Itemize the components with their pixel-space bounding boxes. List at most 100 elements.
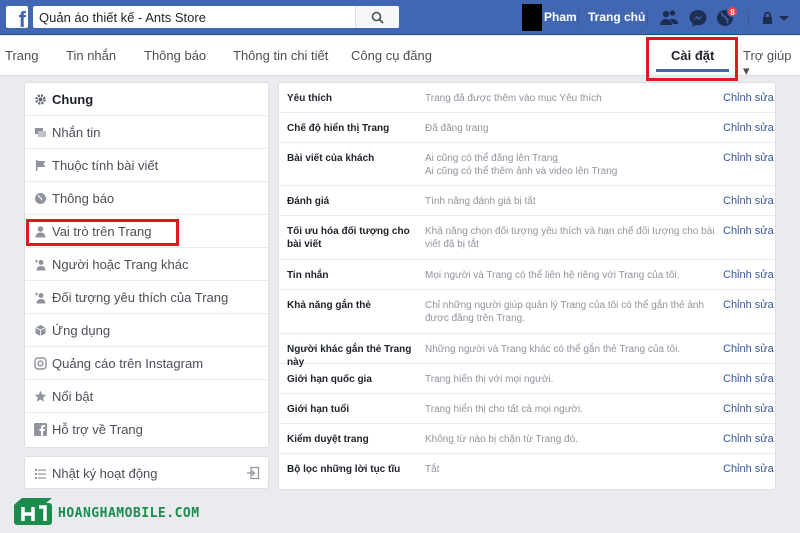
setting-value: Những người và Trang khác có thể gắn thẻ…: [425, 344, 681, 355]
settings-row-age-restrictions: Giới hạn tuổi Trang hiển thị cho tất cả …: [279, 394, 775, 424]
settings-row-visitor-posts: Bài viết của khách Ai cũng có thể đăng l…: [279, 143, 775, 186]
sidebar-item-label: Thông báo: [52, 191, 115, 206]
activity-log-item[interactable]: Nhật ký hoạt động: [24, 456, 269, 489]
settings-row-messages: Tin nhắn Mọi người và Trang có thể liên …: [279, 260, 775, 290]
setting-value: Ai cũng có thể thêm ảnh và video lên Tra…: [425, 166, 618, 177]
edit-link[interactable]: Chỉnh sửa: [723, 403, 774, 415]
watermark-text: HOANGHAMOBILE.COM: [58, 506, 200, 521]
facebook-icon: [34, 423, 47, 436]
sidebar-item-general[interactable]: Chung: [25, 83, 268, 116]
nav-divider: [748, 10, 749, 26]
sidebar-item-instagram-ads[interactable]: Quảng cáo trên Instagram: [25, 347, 268, 380]
edit-link[interactable]: Chỉnh sửa: [723, 343, 774, 355]
sidebar-item-label: Nổi bật: [52, 389, 94, 404]
person-add-icon: [35, 259, 46, 271]
edit-link[interactable]: Chỉnh sửa: [723, 463, 774, 475]
sidebar-item-post-attribution[interactable]: Thuộc tính bài viết: [25, 149, 268, 182]
setting-value: Ai cũng có thể đăng lên Trang: [425, 153, 558, 164]
sidebar-item-people-and-other-pages[interactable]: Người hoặc Trang khác: [25, 248, 268, 281]
cube-icon: [35, 325, 46, 336]
edit-link[interactable]: Chỉnh sửa: [723, 195, 774, 207]
setting-value: Không từ nào bị chặn từ Trang đó.: [425, 434, 578, 445]
flag-icon: [36, 160, 46, 171]
friend-requests-icon[interactable]: [659, 8, 679, 28]
page-roles-highlight-box: [26, 219, 179, 246]
messages-icon[interactable]: [688, 8, 708, 28]
setting-name: Bộ lọc những lời tục tĩu: [287, 464, 401, 475]
edit-link[interactable]: Chỉnh sửa: [723, 92, 774, 104]
chat-bubble-icon: [35, 128, 46, 137]
settings-row-page-moderation: Kiểm duyệt trang Không từ nào bị chặn từ…: [279, 424, 775, 454]
search-icon: [371, 11, 384, 24]
setting-value: Mọi người và Trang có thể liên hệ riêng …: [425, 270, 680, 281]
settings-row-country-restrictions: Giới hạn quốc gia Trang hiển thị với mọi…: [279, 364, 775, 394]
star-icon: [34, 390, 47, 402]
nav-divider: [647, 10, 648, 26]
setting-value: Tắt: [425, 464, 440, 475]
tab-publishing-tools[interactable]: Công cụ đăng: [351, 48, 432, 63]
edit-link[interactable]: Chỉnh sửa: [723, 269, 774, 281]
settings-sidebar: Chung Nhắn tin Thuộc tính bài viết Thông…: [24, 82, 269, 448]
sidebar-item-apps[interactable]: Ứng dụng: [25, 314, 268, 347]
settings-row-others-tagging-page: Người khác gắn thẻ Trang này Những người…: [279, 334, 775, 368]
list-icon: [35, 469, 46, 479]
setting-name: Yêu thích: [287, 93, 333, 104]
search-button[interactable]: [355, 6, 399, 28]
general-settings-panel: Yêu thích Trang đã được thêm vào mục Yêu…: [278, 82, 776, 490]
settings-row-page-visibility: Chế độ hiển thị Trang Đã đăng trang Chỉn…: [279, 113, 775, 143]
sidebar-item-featured[interactable]: Nổi bật: [25, 380, 268, 413]
tab-notifications[interactable]: Thông báo: [144, 48, 206, 63]
setting-name: Tin nhắn: [287, 270, 329, 281]
search-box: [33, 6, 399, 28]
setting-value: Tính năng đánh giá bị tắt: [425, 196, 536, 207]
sidebar-item-label: Thuộc tính bài viết: [52, 158, 159, 173]
tab-inbox[interactable]: Tin nhắn: [66, 48, 116, 63]
sidebar-item-label: Đối tượng yêu thích của Trang: [52, 290, 229, 305]
edit-link[interactable]: Chỉnh sửa: [723, 299, 774, 311]
setting-name: Giới hạn tuổi: [287, 404, 350, 415]
help-menu[interactable]: Trợ giúp ▾: [743, 48, 800, 79]
settings-row-favorites: Yêu thích Trang đã được thêm vào mục Yêu…: [279, 83, 775, 113]
sidebar-item-notifications[interactable]: Thông báo: [25, 182, 268, 215]
settings-row-audience-optimization: Tối ưu hóa đối tượng cho bài viết Khả nă…: [279, 216, 775, 260]
settings-row-reviews: Đánh giá Tính năng đánh giá bị tắt Chỉnh…: [279, 186, 775, 216]
setting-value: Khả năng chọn đối tượng yêu thích và hạn…: [425, 226, 715, 250]
sidebar-item-label: Nhắn tin: [52, 125, 101, 140]
sidebar-item-label: Hỗ trợ về Trang: [52, 422, 143, 437]
sidebar-item-label: Người hoặc Trang khác: [52, 257, 189, 272]
sidebar-item-preferred-audience[interactable]: Đối tượng yêu thích của Trang: [25, 281, 268, 314]
instagram-icon: [34, 357, 47, 370]
person-add-icon: [35, 292, 46, 304]
profile-avatar[interactable]: [522, 4, 542, 31]
nav-divider: [578, 10, 579, 26]
settings-row-tagging-ability: Khả năng gắn thẻ Chỉ những người giúp qu…: [279, 290, 775, 334]
facebook-logo-icon[interactable]: f: [6, 6, 28, 28]
open-external-icon: [247, 466, 260, 480]
sidebar-item-label: Chung: [52, 92, 94, 107]
tab-insights[interactable]: Thông tin chi tiết: [233, 48, 328, 63]
setting-name: Khả năng gắn thẻ: [287, 300, 371, 311]
setting-value: Trang hiển thị cho tất cả mọi người.: [425, 404, 583, 415]
setting-value: Đã đăng trang: [425, 123, 489, 134]
tab-page[interactable]: Trang: [5, 48, 38, 63]
edit-link[interactable]: Chỉnh sửa: [723, 225, 774, 237]
edit-link[interactable]: Chỉnh sửa: [723, 152, 774, 164]
active-tab-indicator: [656, 69, 729, 72]
search-input[interactable]: [33, 6, 353, 28]
setting-name: Bài viết của khách: [287, 153, 375, 164]
profile-link[interactable]: Pham: [544, 10, 577, 24]
edit-link[interactable]: Chỉnh sửa: [723, 433, 774, 445]
home-link[interactable]: Trang chủ: [588, 10, 645, 24]
account-menu-icon[interactable]: [776, 8, 796, 28]
sidebar-item-page-support[interactable]: Hỗ trợ về Trang: [25, 413, 268, 446]
top-bar: f Pham Trang chủ 8: [0, 0, 800, 35]
setting-value: Trang hiển thị với mọi người.: [425, 374, 554, 385]
sidebar-item-label: Quảng cáo trên Instagram: [52, 356, 204, 371]
sidebar-item-messaging[interactable]: Nhắn tin: [25, 116, 268, 149]
globe-icon: [35, 193, 46, 204]
edit-link[interactable]: Chỉnh sửa: [723, 373, 774, 385]
settings-row-profanity-filter: Bộ lọc những lời tục tĩu Tắt Chỉnh sửa: [279, 454, 775, 484]
sidebar-item-label: Ứng dụng: [52, 323, 111, 338]
edit-link[interactable]: Chỉnh sửa: [723, 122, 774, 134]
tab-settings[interactable]: Cài đặt: [671, 48, 714, 63]
